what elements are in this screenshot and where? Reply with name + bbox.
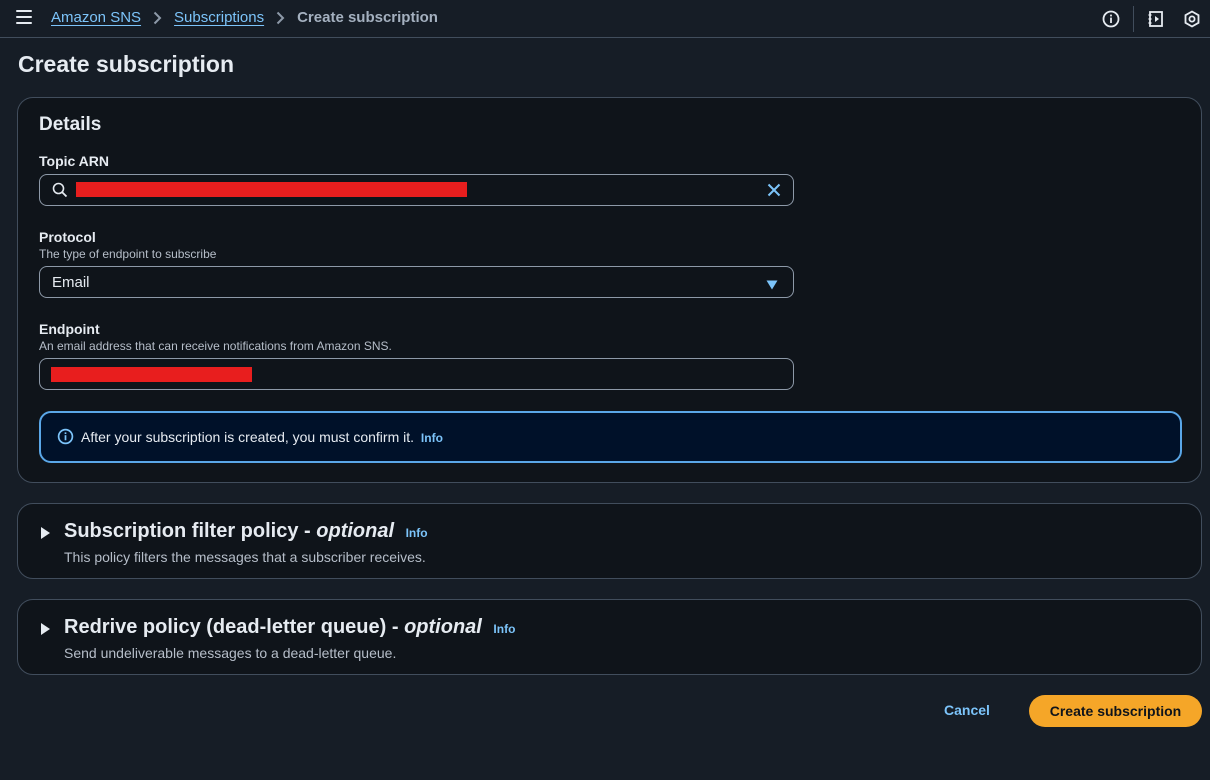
redrive-policy-title: Redrive policy (dead-letter queue) - [64, 616, 399, 638]
settings-icon[interactable] [1174, 0, 1210, 38]
redrive-policy-heading[interactable]: Redrive policy (dead-letter queue) - opt… [64, 616, 515, 639]
breadcrumb-subscriptions[interactable]: Subscriptions [174, 9, 264, 26]
filter-policy-info-link[interactable]: Info [406, 526, 428, 540]
notes-icon[interactable] [1138, 0, 1174, 38]
redrive-policy-description: Send undeliverable messages to a dead-le… [64, 645, 397, 661]
endpoint-label: Endpoint [39, 321, 100, 337]
details-panel: Details Topic ARN Protocol The type of e… [17, 97, 1202, 483]
chevron-right-icon [276, 11, 285, 25]
chevron-right-icon [153, 11, 162, 25]
filter-policy-heading[interactable]: Subscription filter policy - optional In… [64, 520, 428, 543]
redrive-policy-info-link[interactable]: Info [493, 622, 515, 636]
confirmation-info-alert: After your subscription is created, you … [39, 411, 1182, 463]
endpoint-input[interactable] [39, 358, 794, 390]
topic-arn-label: Topic ARN [39, 153, 109, 169]
filter-policy-optional: optional [316, 520, 395, 542]
details-heading: Details [39, 114, 102, 135]
filter-policy-description: This policy filters the messages that a … [64, 549, 426, 565]
endpoint-value-redacted [51, 367, 252, 382]
endpoint-description: An email address that can receive notifi… [39, 339, 392, 353]
alert-message: After your subscription is created, you … [81, 429, 443, 445]
info-icon[interactable] [1093, 0, 1129, 38]
protocol-description: The type of endpoint to subscribe [39, 247, 217, 261]
subscription-filter-policy-section: Subscription filter policy - optional In… [17, 503, 1202, 579]
clear-icon[interactable] [766, 182, 782, 203]
alert-info-link[interactable]: Info [421, 431, 443, 445]
hamburger-menu-icon[interactable] [16, 10, 32, 24]
toolbar-divider [1133, 6, 1134, 32]
info-circle-icon [57, 428, 74, 450]
filter-policy-title: Subscription filter policy - [64, 520, 311, 542]
search-icon [52, 182, 68, 203]
expand-caret-icon[interactable] [41, 623, 50, 635]
breadcrumb-amazon-sns[interactable]: Amazon SNS [51, 9, 141, 26]
page-title: Create subscription [18, 51, 234, 77]
cancel-button[interactable]: Cancel [944, 702, 990, 718]
breadcrumb-current: Create subscription [297, 9, 438, 26]
protocol-select[interactable]: Email [39, 266, 794, 298]
top-navigation-bar: Amazon SNS Subscriptions Create subscrip… [0, 0, 1210, 38]
expand-caret-icon[interactable] [41, 527, 50, 539]
create-subscription-button[interactable]: Create subscription [1029, 695, 1202, 727]
breadcrumb: Amazon SNS Subscriptions Create subscrip… [51, 9, 438, 26]
protocol-label: Protocol [39, 229, 96, 245]
alert-text: After your subscription is created, you … [81, 429, 415, 445]
top-icon-group [1093, 0, 1210, 38]
topic-arn-input[interactable] [39, 174, 794, 206]
redrive-policy-section: Redrive policy (dead-letter queue) - opt… [17, 599, 1202, 675]
redrive-policy-optional: optional [404, 616, 482, 638]
protocol-selected-value: Email [52, 273, 90, 291]
caret-down-icon [766, 277, 778, 295]
topic-arn-value-redacted [76, 182, 467, 197]
